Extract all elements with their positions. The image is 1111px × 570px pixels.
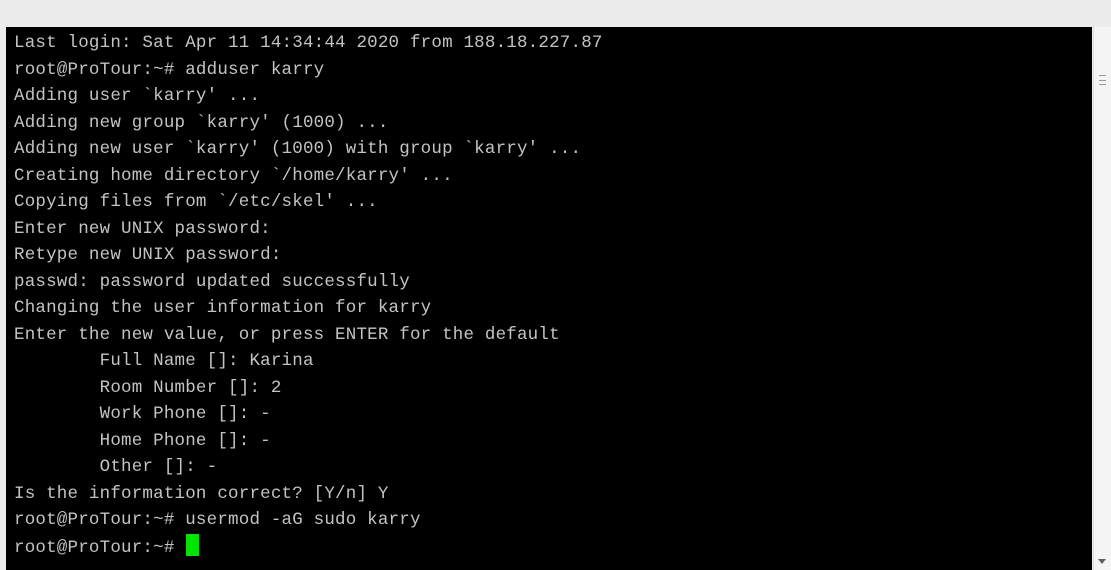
scrollbar-grip-icon[interactable] [1099, 75, 1106, 85]
terminal-line: Home Phone []: - [14, 430, 271, 451]
terminal-line: Changing the user information for karry [14, 298, 432, 318]
terminal-screen[interactable]: Last login: Sat Apr 11 14:34:44 2020 fro… [6, 27, 1092, 570]
terminal-line: Copying files from `/etc/skel' ... [14, 192, 378, 212]
terminal-line: root@ProTour:~# adduser karry [14, 59, 325, 80]
terminal-line: Last login: Sat Apr 11 14:34:44 2020 fro… [14, 33, 603, 53]
terminal-line: Other []: - [14, 457, 218, 477]
terminal-cursor [186, 533, 200, 556]
terminal-prompt-line[interactable]: root@ProTour:~# [14, 533, 603, 561]
terminal-line: Enter new UNIX password: [14, 218, 271, 239]
terminal-line: Adding new user `karry' (1000) with grou… [14, 139, 582, 159]
terminal-line: Adding user `karry' ... [14, 86, 261, 106]
terminal-prompt: root@ProTour:~# [14, 537, 186, 558]
terminal-window: Last login: Sat Apr 11 14:34:44 2020 fro… [0, 0, 1111, 570]
terminal-line: Enter the new value, or press ENTER for … [14, 324, 560, 345]
terminal-line: root@ProTour:~# usermod -aG sudo karry [14, 510, 421, 530]
terminal-line: passwd: password updated successfully [14, 271, 410, 292]
terminal-line: Is the information correct? [Y/n] Y [14, 483, 389, 504]
terminal-line: Adding new group `karry' (1000) ... [14, 112, 389, 133]
terminal-line: Retype new UNIX password: [14, 245, 282, 265]
terminal-line: Full Name []: Karina [14, 351, 314, 371]
terminal-line: Room Number []: 2 [14, 377, 282, 398]
terminal-line: Creating home directory `/home/karry' ..… [14, 165, 453, 186]
scroll-down-arrow-icon[interactable] [1098, 559, 1106, 564]
vertical-scrollbar[interactable] [1093, 27, 1111, 570]
terminal-output: Last login: Sat Apr 11 14:34:44 2020 fro… [14, 30, 603, 560]
terminal-line: Work Phone []: - [14, 404, 271, 424]
